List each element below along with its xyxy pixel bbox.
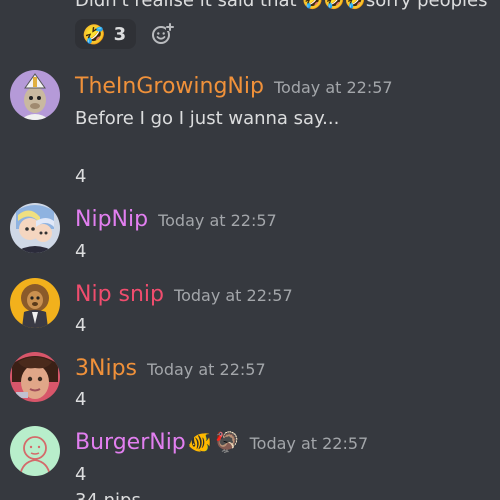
message-text: 4 [75, 315, 87, 336]
message-text: Before I go I just wanna say... [75, 108, 340, 129]
message-header: BurgerNip 🐠 🦃 Today at 22:57 [75, 430, 368, 455]
message-text: 4 [75, 166, 87, 187]
avatar[interactable] [10, 203, 60, 253]
sketch-avatar-icon [10, 426, 60, 476]
message-content: Didn't realise it said that 🤣🤣🤣sorry peo… [75, 0, 487, 11]
avatar[interactable] [10, 70, 60, 120]
message-header: NipNip Today at 22:57 [75, 207, 277, 232]
timestamp: Today at 22:57 [249, 434, 369, 453]
avatar[interactable] [10, 426, 60, 476]
message-text: 34 nips [75, 490, 141, 500]
face-avatar-icon [10, 352, 60, 402]
anime-avatar-icon [10, 203, 60, 253]
reaction-bar: 🤣 3 [75, 19, 175, 49]
reaction-count: 3 [113, 23, 127, 45]
message-header: Nip snip Today at 22:57 [75, 282, 293, 307]
avatar[interactable] [10, 352, 60, 402]
message-header: TheInGrowingNip Today at 22:57 [75, 74, 393, 99]
chat-message-list: Didn't realise it said that 🤣🤣🤣sorry peo… [0, 0, 500, 500]
timestamp: Today at 22:57 [147, 360, 266, 379]
add-reaction-icon[interactable] [150, 22, 175, 46]
message-text: Didn't realise it said that [75, 0, 303, 11]
lion-avatar-icon [10, 278, 60, 328]
message-header: 3Nips Today at 22:57 [75, 356, 266, 381]
turkey-emoji-icon: 🦃 [214, 430, 240, 454]
laughing-emoji-icon: 🤣🤣🤣 [302, 0, 366, 11]
username[interactable]: TheInGrowingNip [75, 74, 264, 99]
avatar[interactable] [10, 278, 60, 328]
rofl-emoji-icon: 🤣 [82, 23, 106, 46]
username[interactable]: 3Nips [75, 356, 137, 381]
timestamp: Today at 22:57 [273, 78, 393, 97]
timestamp: Today at 22:57 [174, 286, 293, 305]
message-text: 4 [75, 464, 87, 485]
username[interactable]: NipNip [75, 207, 148, 232]
message-text: sorry peoples [365, 0, 488, 11]
ape-avatar-icon [10, 70, 60, 120]
timestamp: Today at 22:57 [158, 211, 277, 230]
fish-emoji-icon: 🐠 [187, 430, 213, 454]
reaction-button[interactable]: 🤣 3 [75, 19, 137, 49]
message-text: 4 [75, 389, 87, 410]
username[interactable]: Nip snip [75, 282, 164, 307]
message-text: 4 [75, 241, 87, 262]
username[interactable]: BurgerNip [75, 430, 186, 455]
